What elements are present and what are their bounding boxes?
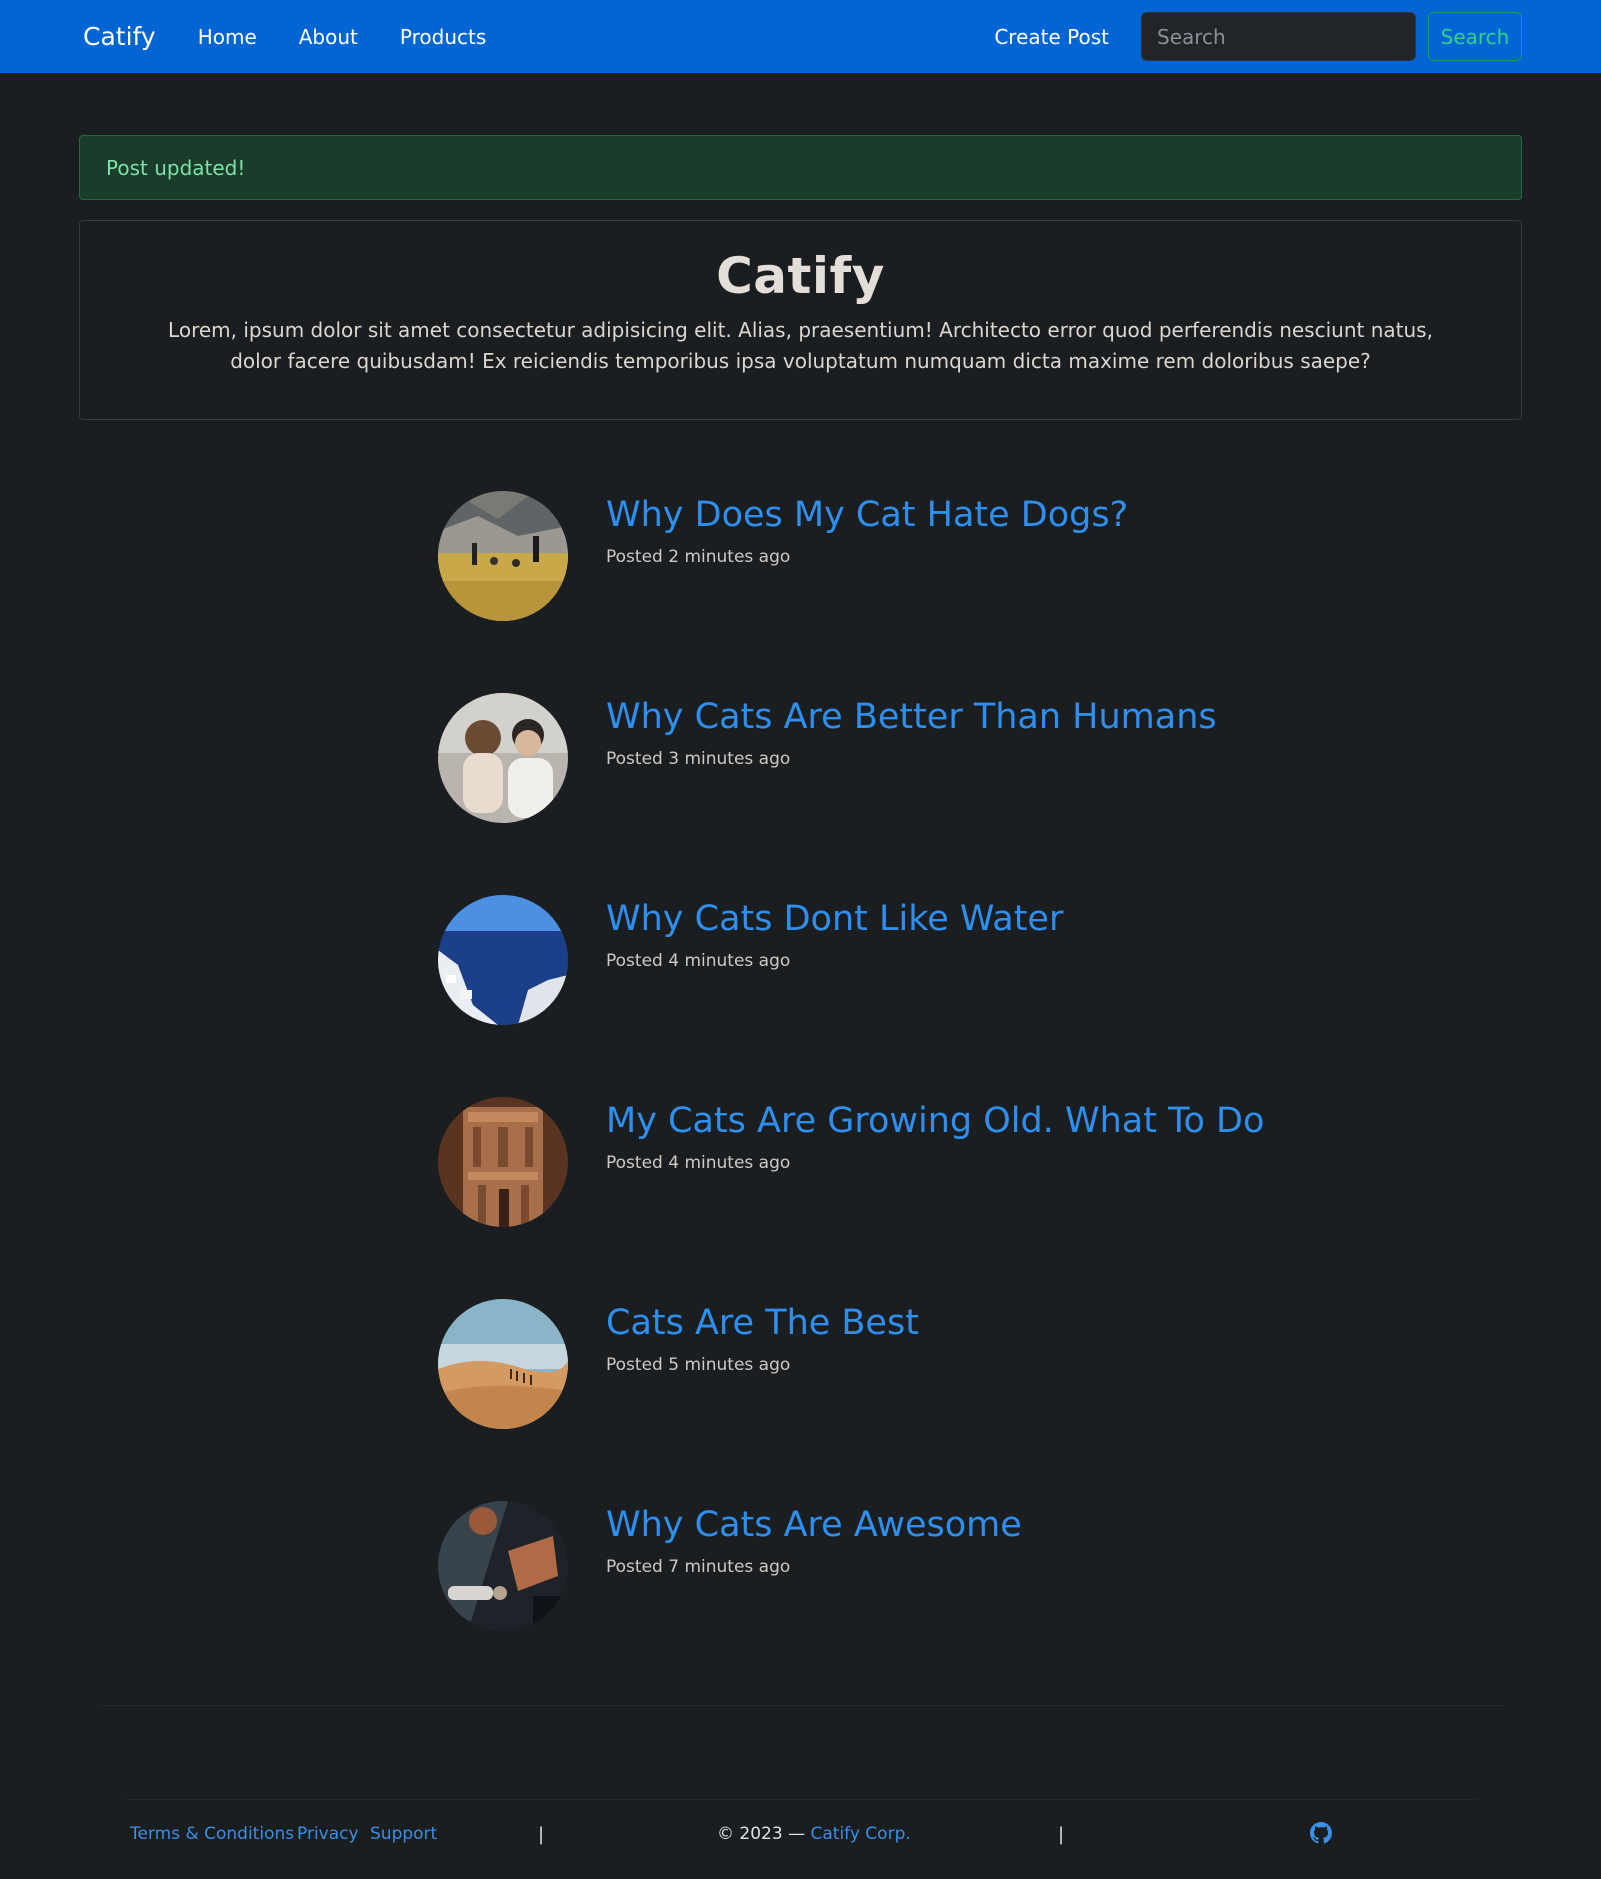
alert-message: Post updated! — [106, 155, 246, 180]
github-icon[interactable] — [1310, 1822, 1332, 1844]
post-list: Why Does My Cat Hate Dogs? Posted 2 minu… — [438, 491, 1338, 1703]
footer-link-privacy[interactable]: Privacy — [297, 1824, 359, 1844]
navbar: Catify Home About Products Create Post S… — [0, 0, 1601, 73]
brand-link[interactable]: Catify — [83, 22, 156, 51]
post-timestamp: Posted 2 minutes ago — [606, 547, 791, 567]
post-body: Why Cats Dont Like Water Posted 4 minute… — [606, 895, 1063, 971]
nav-link-about[interactable]: About — [299, 25, 358, 49]
search-button[interactable]: Search — [1428, 12, 1522, 61]
company-link[interactable]: Catify Corp. — [810, 1824, 910, 1844]
create-post-link[interactable]: Create Post — [994, 25, 1109, 49]
post-body: Cats Are The Best Posted 5 minutes ago — [606, 1299, 919, 1375]
copyright-text: © 2023 — — [717, 1824, 811, 1844]
footer-separator: | — [538, 1824, 545, 1845]
post-timestamp: Posted 7 minutes ago — [606, 1557, 791, 1577]
post-thumbnail[interactable] — [438, 491, 568, 621]
success-alert: Post updated! — [79, 135, 1522, 200]
post-thumbnail[interactable] — [438, 895, 568, 1025]
nav-link-products[interactable]: Products — [400, 25, 486, 49]
post-body: Why Cats Are Awesome Posted 7 minutes ag… — [606, 1501, 1022, 1577]
list-item: Why Cats Dont Like Water Posted 4 minute… — [438, 895, 1338, 1097]
footer-link-terms[interactable]: Terms & Conditions — [130, 1824, 294, 1844]
post-title-link[interactable]: Cats Are The Best — [606, 1299, 919, 1347]
post-thumbnail[interactable] — [438, 1299, 568, 1429]
footer-separator: | — [1058, 1824, 1065, 1845]
list-item: Why Does My Cat Hate Dogs? Posted 2 minu… — [438, 491, 1338, 693]
post-body: Why Cats Are Better Than Humans Posted 3… — [606, 693, 1217, 769]
footer-link-support[interactable]: Support — [370, 1824, 437, 1844]
nav-link-home[interactable]: Home — [198, 25, 257, 49]
divider — [125, 1799, 1477, 1800]
post-thumbnail[interactable] — [438, 693, 568, 823]
post-thumbnail[interactable] — [438, 1097, 568, 1227]
post-body: My Cats Are Growing Old. What To Do Post… — [606, 1097, 1264, 1173]
hero-description: Lorem, ipsum dolor sit amet consectetur … — [168, 318, 1433, 373]
footer: Terms & Conditions Privacy Support | © 2… — [0, 1810, 1601, 1860]
list-item: Why Cats Are Better Than Humans Posted 3… — [438, 693, 1338, 895]
post-title-link[interactable]: My Cats Are Growing Old. What To Do — [606, 1097, 1264, 1145]
post-timestamp: Posted 3 minutes ago — [606, 749, 791, 769]
post-title-link[interactable]: Why Cats Are Awesome — [606, 1501, 1022, 1549]
post-timestamp: Posted 5 minutes ago — [606, 1355, 791, 1375]
post-timestamp: Posted 4 minutes ago — [606, 951, 791, 971]
post-title-link[interactable]: Why Cats Are Better Than Humans — [606, 693, 1217, 741]
list-item: Cats Are The Best Posted 5 minutes ago — [438, 1299, 1338, 1501]
post-title-link[interactable]: Why Cats Dont Like Water — [606, 895, 1063, 943]
footer-copyright: © 2023 — Catify Corp. — [717, 1824, 911, 1844]
list-item: Why Cats Are Awesome Posted 7 minutes ag… — [438, 1501, 1338, 1703]
post-thumbnail[interactable] — [438, 1501, 568, 1631]
hero-section: Catify Lorem, ipsum dolor sit amet conse… — [79, 220, 1522, 420]
post-title-link[interactable]: Why Does My Cat Hate Dogs? — [606, 491, 1128, 539]
page-title: Catify — [716, 247, 885, 305]
post-timestamp: Posted 4 minutes ago — [606, 1153, 791, 1173]
divider — [97, 1705, 1505, 1706]
search-input[interactable] — [1141, 12, 1416, 61]
post-body: Why Does My Cat Hate Dogs? Posted 2 minu… — [606, 491, 1128, 567]
list-item: My Cats Are Growing Old. What To Do Post… — [438, 1097, 1338, 1299]
